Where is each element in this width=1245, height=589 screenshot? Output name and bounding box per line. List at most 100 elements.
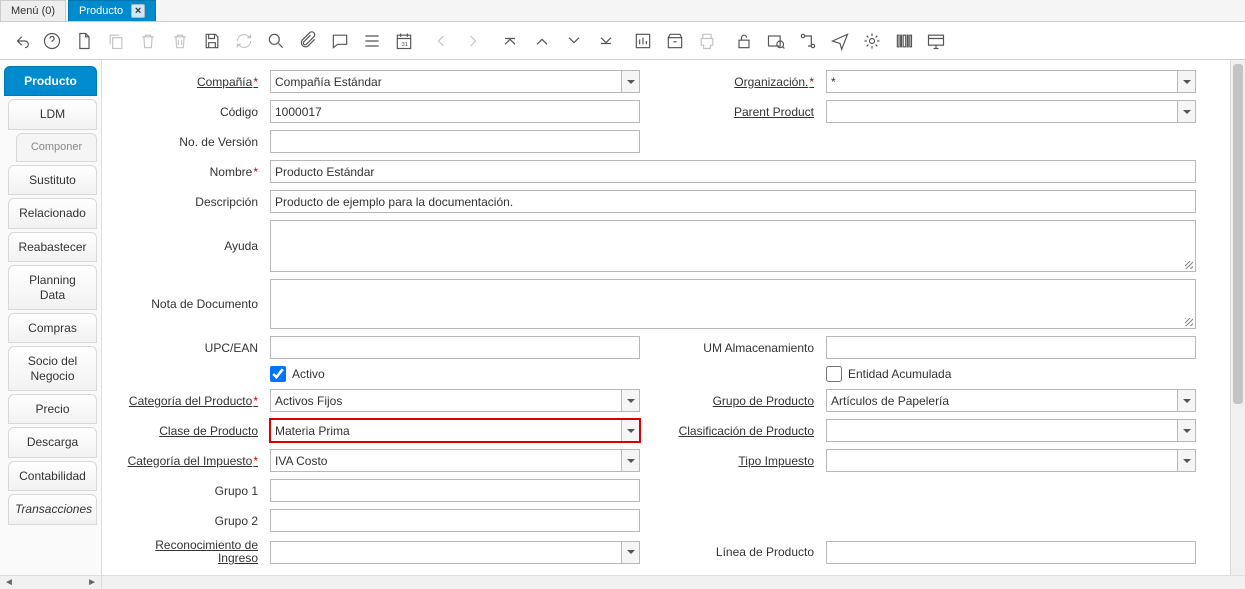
field-nombre[interactable]: Producto Estándar <box>270 160 1196 183</box>
field-clasificacion-producto[interactable] <box>826 419 1196 442</box>
checkbox-activo-input[interactable] <box>270 366 286 382</box>
list-icon[interactable] <box>358 27 386 55</box>
checkbox-entidad-label: Entidad Acumulada <box>848 367 951 381</box>
side-planning-data[interactable]: Planning Data <box>8 265 97 310</box>
side-contabilidad[interactable]: Contabilidad <box>8 461 97 491</box>
vertical-scrollbar[interactable] <box>1230 60 1245 575</box>
refresh-icon[interactable] <box>230 27 258 55</box>
field-ayuda[interactable] <box>270 220 1196 272</box>
label-grupo1: Grupo 1 <box>112 484 262 498</box>
field-categoria-producto[interactable]: Activos Fijos <box>270 389 640 412</box>
tab-menu[interactable]: Menú (0) <box>0 0 66 21</box>
calendar-icon[interactable]: 31 <box>390 27 418 55</box>
chevron-down-icon[interactable] <box>621 71 639 92</box>
next-icon[interactable] <box>459 27 487 55</box>
delete2-icon[interactable] <box>166 27 194 55</box>
label-nota-documento: Nota de Documento <box>112 297 262 311</box>
barcode-icon[interactable] <box>890 27 918 55</box>
field-organizacion[interactable]: * <box>826 70 1196 93</box>
send-icon[interactable] <box>826 27 854 55</box>
last-record-icon[interactable] <box>592 27 620 55</box>
archive-icon[interactable] <box>661 27 689 55</box>
help-icon[interactable] <box>38 27 66 55</box>
scroll-right-icon[interactable]: ► <box>87 577 97 588</box>
close-icon[interactable]: × <box>131 4 145 18</box>
label-grupo-producto[interactable]: Grupo de Producto <box>648 394 818 408</box>
chevron-down-icon[interactable] <box>1177 101 1195 122</box>
first-record-icon[interactable] <box>496 27 524 55</box>
label-categoria-impuesto[interactable]: Categoría del Impuesto <box>112 454 262 468</box>
side-producto[interactable]: Producto <box>4 66 97 96</box>
field-clase-producto[interactable]: Materia Prima <box>270 419 640 442</box>
report-icon[interactable] <box>629 27 657 55</box>
scrollbar-thumb[interactable] <box>1233 64 1243 404</box>
field-codigo[interactable]: 1000017 <box>270 100 640 123</box>
side-relacionado[interactable]: Relacionado <box>8 198 97 228</box>
side-ldm[interactable]: LDM <box>8 99 97 129</box>
tab-producto[interactable]: Producto × <box>68 0 156 21</box>
chevron-down-icon[interactable] <box>1177 450 1195 471</box>
checkbox-activo[interactable]: Activo <box>270 366 640 382</box>
side-descarga[interactable]: Descarga <box>8 427 97 457</box>
label-clase-producto[interactable]: Clase de Producto <box>112 424 262 438</box>
field-grupo-producto[interactable]: Artículos de Papelería <box>826 389 1196 412</box>
side-precio[interactable]: Precio <box>8 394 97 424</box>
side-socio-negocio[interactable]: Socio del Negocio <box>8 346 97 391</box>
chevron-down-icon[interactable] <box>1177 390 1195 411</box>
label-parent-product[interactable]: Parent Product <box>648 105 818 119</box>
checkbox-entidad-input[interactable] <box>826 366 842 382</box>
lock-icon[interactable] <box>730 27 758 55</box>
zoom-icon[interactable] <box>762 27 790 55</box>
attach-icon[interactable] <box>294 27 322 55</box>
side-reabastecer[interactable]: Reabastecer <box>8 232 97 262</box>
chevron-down-icon[interactable] <box>1177 420 1195 441</box>
checkbox-entidad-acumulada[interactable]: Entidad Acumulada <box>826 366 1196 382</box>
form-area: Compañía Compañía Estándar Organización.… <box>102 60 1245 575</box>
chevron-down-icon[interactable] <box>621 390 639 411</box>
scroll-left-icon[interactable]: ◄ <box>4 577 14 588</box>
field-reconocimiento-ingreso[interactable] <box>270 541 640 564</box>
undo-icon[interactable] <box>6 27 34 55</box>
field-grupo2[interactable] <box>270 509 640 532</box>
label-categoria-producto[interactable]: Categoría del Producto <box>112 394 262 408</box>
label-compania[interactable]: Compañía <box>112 75 262 89</box>
label-tipo-impuesto[interactable]: Tipo Impuesto <box>648 454 818 468</box>
side-sustituto[interactable]: Sustituto <box>8 165 97 195</box>
field-linea-producto[interactable] <box>826 541 1196 564</box>
label-clasificacion-producto[interactable]: Clasificación de Producto <box>648 424 818 438</box>
side-transacciones[interactable]: Transacciones <box>8 494 97 524</box>
field-descripcion[interactable]: Producto de ejemplo para la documentació… <box>270 190 1196 213</box>
print-icon[interactable] <box>693 27 721 55</box>
chevron-down-icon[interactable] <box>621 450 639 471</box>
side-componentes[interactable]: Componer <box>16 133 97 162</box>
prev-icon[interactable] <box>427 27 455 55</box>
field-parent-product[interactable] <box>826 100 1196 123</box>
chevron-down-icon[interactable] <box>621 542 639 563</box>
field-no-version[interactable] <box>270 130 640 153</box>
prev-record-icon[interactable] <box>528 27 556 55</box>
side-label: Socio del Negocio <box>28 354 77 382</box>
chevron-down-icon[interactable] <box>621 420 639 441</box>
save-icon[interactable] <box>198 27 226 55</box>
workflow-icon[interactable] <box>794 27 822 55</box>
search-icon[interactable] <box>262 27 290 55</box>
field-categoria-impuesto[interactable]: IVA Costo <box>270 449 640 472</box>
label-reconocimiento-ingreso[interactable]: Reconocimiento de Ingreso <box>112 539 262 565</box>
delete-icon[interactable] <box>134 27 162 55</box>
field-nota-documento[interactable] <box>270 279 1196 329</box>
side-compras[interactable]: Compras <box>8 313 97 343</box>
screen-icon[interactable] <box>922 27 950 55</box>
field-um-almacenamiento[interactable] <box>826 336 1196 359</box>
field-compania[interactable]: Compañía Estándar <box>270 70 640 93</box>
copy-icon[interactable] <box>102 27 130 55</box>
next-record-icon[interactable] <box>560 27 588 55</box>
field-grupo1[interactable] <box>270 479 640 502</box>
side-label: Planning Data <box>29 273 76 301</box>
field-upc-ean[interactable] <box>270 336 640 359</box>
label-organizacion[interactable]: Organización. <box>648 75 818 89</box>
chevron-down-icon[interactable] <box>1177 71 1195 92</box>
new-icon[interactable] <box>70 27 98 55</box>
field-tipo-impuesto[interactable] <box>826 449 1196 472</box>
chat-icon[interactable] <box>326 27 354 55</box>
gear-icon[interactable] <box>858 27 886 55</box>
